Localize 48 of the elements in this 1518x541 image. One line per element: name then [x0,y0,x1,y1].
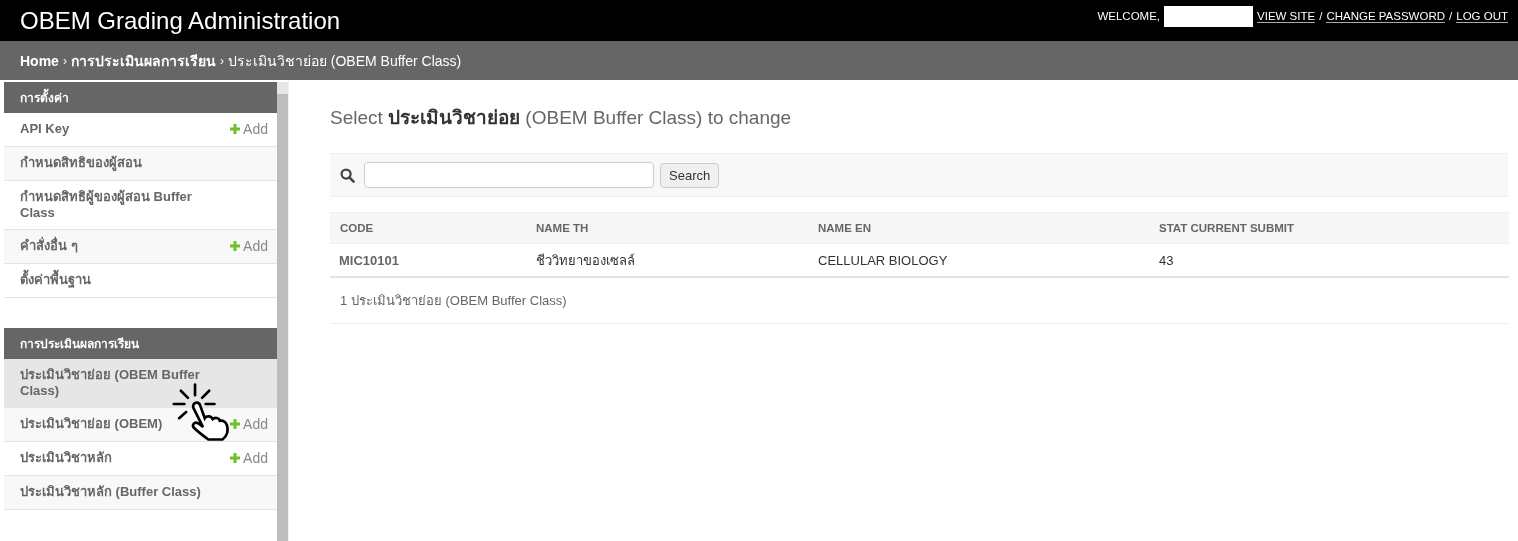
separator-text: / [1449,10,1453,22]
plus-icon [230,453,241,463]
table-cell-text: CELLULAR BIOLOGY [817,252,949,268]
section-header: การประเมินผลการเรียน [4,328,278,359]
column-header[interactable]: NAME EN [808,222,1149,234]
sidebar-item[interactable]: ประเมินวิชาย่อย (OBEM Buffer Class) [4,359,278,408]
table-cell-text: ชีววิทยาของเซลล์ [535,251,636,270]
table-cell-text: 43 [1158,252,1175,268]
search-icon [340,167,355,183]
sidebar-item-label[interactable]: คำสั่งอื่น ๆ [20,238,78,254]
sidebar-item-label[interactable]: ประเมินวิชาหลัก (Buffer Class) [20,484,201,500]
column-header[interactable]: STAT CURRENT SUBMIT [1149,222,1509,234]
add-link[interactable]: Add [230,450,269,466]
scrollbar[interactable] [277,82,288,541]
column-header[interactable]: CODE [330,222,526,234]
search-field[interactable] [364,162,654,188]
plus-icon [230,124,241,134]
sidebar-item[interactable]: คำสั่งอื่น ๆ Add [4,230,278,264]
record-link[interactable]: MIC10101 [330,252,526,268]
separator-text: / [1319,10,1323,22]
section-header: การตั้งค่า [4,82,278,113]
sidebar-item-label[interactable]: ประเมินวิชาหลัก [20,450,112,466]
plus-icon [230,419,241,429]
header-link[interactable]: VIEW SITE [1257,9,1316,23]
sidebar-item-label[interactable]: กำหนดสิทธิของผู้สอน [20,155,142,171]
current-page-text: ประเมินวิชาย่อย (OBEM Buffer Class) [227,51,462,71]
sidebar-item-label[interactable]: ประเมินวิชาย่อย (OBEM) [20,416,163,432]
header-link[interactable]: CHANGE PASSWORD [1326,9,1446,23]
add-link[interactable]: Add [230,238,269,254]
breadcrumb-separator: › [219,53,224,68]
result-count: 1 ประเมินวิชาย่อย (OBEM Buffer Class) [340,292,567,310]
plus-icon [230,241,241,251]
breadcrumb-separator: › [62,53,67,68]
sidebar-item-label[interactable]: ประเมินวิชาย่อย (OBEM Buffer Class) [20,367,215,399]
page-heading: Select ประเมินวิชาย่อย (OBEM Buffer Class) to change [330,106,793,130]
sidebar-item-label[interactable]: API Key [20,121,70,137]
sidebar-item[interactable]: ประเมินวิชาหลัก (Buffer Class) [4,476,278,510]
site-title: OBEM Grading Administration [20,6,341,35]
sidebar-item[interactable]: กำหนดสิทธิของผู้สอน [4,147,278,181]
breadcrumb-link[interactable]: การประเมินผลการเรียน [70,49,216,72]
welcome-text: WELCOME, [1097,10,1161,22]
column-header[interactable]: NAME TH [526,222,808,234]
add-link[interactable]: Add [230,416,269,432]
add-link[interactable]: Add [230,121,269,137]
header-link[interactable]: LOG OUT [1456,9,1508,23]
search-button[interactable]: Search [660,162,720,188]
breadcrumb-link[interactable]: Home [20,52,59,69]
sidebar-item-label[interactable]: กำหนดสิทธิผู้ของผู้สอน Buffer Class [20,189,215,221]
